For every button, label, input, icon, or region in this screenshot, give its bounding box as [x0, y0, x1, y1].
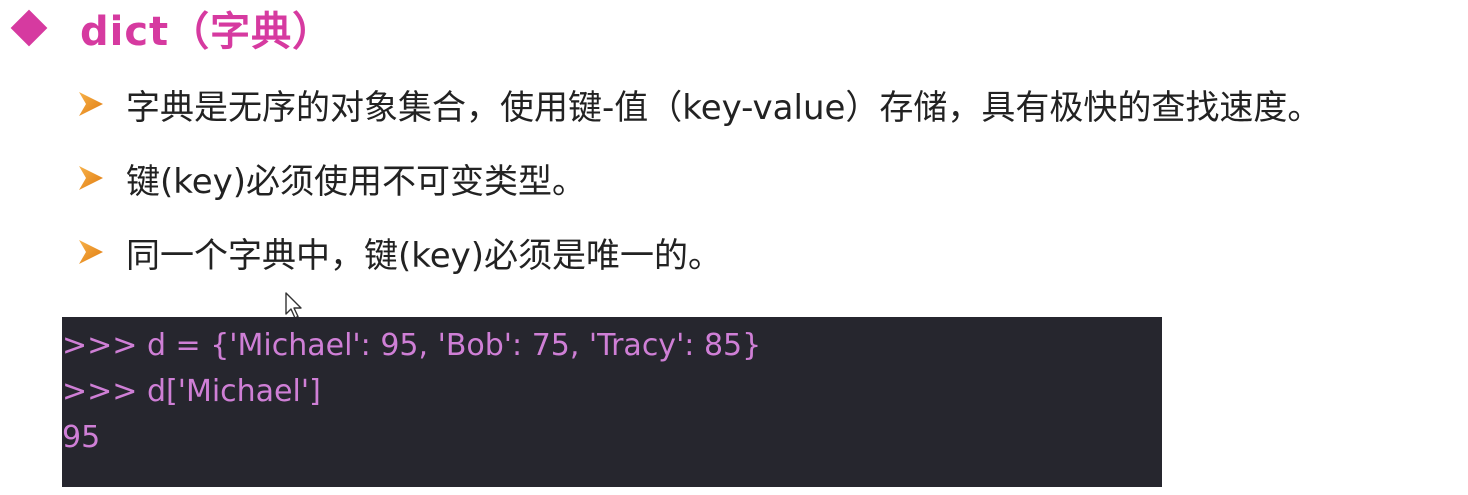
slide-heading: dict（字典）: [10, 0, 333, 56]
arrow-bullet-icon: [79, 240, 103, 264]
code-line: >>> d = {'Michael': 95, 'Bob': 75, 'Trac…: [62, 328, 762, 363]
bullet-text: 字典是无序的对象集合，使用键-值（key-value）存储，具有极快的查找速度。: [126, 87, 1322, 128]
arrow-bullet-icon: [79, 166, 103, 190]
list-item: 字典是无序的对象集合，使用键-值（key-value）存储，具有极快的查找速度。: [76, 74, 1466, 134]
arrow-bullet-icon: [79, 92, 103, 116]
bullet-list: 字典是无序的对象集合，使用键-值（key-value）存储，具有极快的查找速度。…: [76, 74, 1466, 296]
code-block: >>> d = {'Michael': 95, 'Bob': 75, 'Trac…: [62, 317, 1162, 487]
diamond-icon: [10, 9, 48, 47]
mouse-pointer-icon: [285, 292, 302, 319]
code-line: 95: [62, 420, 101, 455]
bullet-text: 键(key)必须使用不可变类型。: [126, 161, 587, 202]
list-item: 同一个字典中，键(key)必须是唯一的。: [76, 222, 1466, 282]
code-line: >>> d['Michael']: [62, 374, 321, 409]
bullet-text: 同一个字典中，键(key)必须是唯一的。: [126, 235, 723, 276]
slide-title: dict（字典）: [80, 9, 334, 55]
list-item: 键(key)必须使用不可变类型。: [76, 148, 1466, 208]
